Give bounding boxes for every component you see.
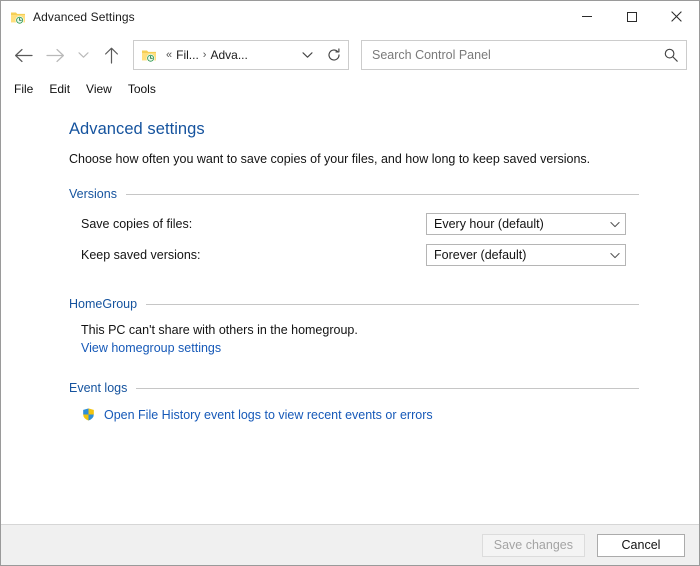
view-homegroup-settings-link[interactable]: View homegroup settings — [81, 341, 221, 355]
event-logs-row: Open File History event logs to view rec… — [69, 407, 639, 422]
address-file-history-folder-icon — [141, 47, 157, 63]
forward-button[interactable] — [39, 39, 71, 71]
advanced-settings-window: Advanced Settings — [0, 0, 700, 566]
spacer — [69, 357, 699, 381]
menu-bar: File Edit View Tools — [1, 78, 699, 100]
group-divider — [146, 304, 639, 305]
content-area: Advanced settings Choose how often you w… — [1, 100, 699, 525]
menu-item-edit[interactable]: Edit — [41, 80, 78, 98]
arrow-left-icon — [14, 48, 33, 63]
page-description: Choose how often you want to save copies… — [69, 152, 699, 166]
window-title: Advanced Settings — [33, 10, 135, 24]
uac-shield-icon — [81, 407, 96, 422]
group-versions-header: Versions — [69, 187, 639, 201]
close-icon — [671, 11, 682, 22]
navigation-toolbar: « Fil... › Adva... — [1, 32, 699, 78]
field-label: Save copies of files: — [81, 217, 426, 231]
group-event-logs-header: Event logs — [69, 381, 639, 395]
chevron-down-icon — [78, 51, 89, 59]
search-button[interactable] — [656, 48, 686, 62]
minimize-button[interactable] — [564, 1, 609, 32]
group-event-logs: Event logs — [69, 381, 639, 422]
file-history-folder-icon — [10, 9, 26, 25]
arrow-right-icon — [46, 48, 65, 63]
search-box[interactable] — [361, 40, 687, 70]
save-copies-of-files-dropdown[interactable]: Every hour (default) — [426, 213, 626, 235]
group-homegroup-header: HomeGroup — [69, 297, 639, 311]
group-homegroup-title: HomeGroup — [69, 297, 137, 311]
breadcrumb-item-file-history[interactable]: Fil... — [176, 48, 199, 62]
maximize-icon — [627, 12, 637, 22]
menu-item-file[interactable]: File — [6, 80, 41, 98]
chevron-down-icon — [302, 51, 313, 59]
dialog-footer: Save changes Cancel — [1, 525, 699, 565]
address-dropdown-button[interactable] — [294, 51, 320, 59]
group-event-logs-title: Event logs — [69, 381, 127, 395]
field-keep-saved-versions: Keep saved versions: Forever (default) — [69, 244, 639, 266]
dropdown-value: Forever (default) — [427, 248, 605, 262]
cancel-button[interactable]: Cancel — [597, 534, 685, 557]
field-label: Keep saved versions: — [81, 248, 426, 262]
group-divider — [126, 194, 639, 195]
minimize-icon — [582, 16, 592, 17]
title-bar: Advanced Settings — [1, 1, 699, 32]
save-changes-button[interactable]: Save changes — [482, 534, 585, 557]
refresh-icon — [327, 48, 341, 62]
menu-item-tools[interactable]: Tools — [120, 80, 164, 98]
field-save-copies-of-files: Save copies of files: Every hour (defaul… — [69, 213, 639, 235]
chevron-down-icon — [605, 221, 625, 228]
search-icon — [664, 48, 678, 62]
group-homegroup: HomeGroup This PC can't share with other… — [69, 297, 639, 357]
advanced-settings-page: Advanced settings Choose how often you w… — [1, 100, 699, 422]
breadcrumb-item-advanced[interactable]: Adva... — [210, 48, 247, 62]
maximize-button[interactable] — [609, 1, 654, 32]
spacer — [69, 275, 699, 297]
refresh-button[interactable] — [320, 48, 348, 62]
recent-locations-button[interactable] — [71, 39, 95, 71]
up-button[interactable] — [95, 39, 127, 71]
arrow-up-icon — [104, 47, 119, 64]
breadcrumb: « Fil... › Adva... — [162, 48, 294, 62]
page-title: Advanced settings — [69, 120, 699, 139]
search-input[interactable] — [362, 48, 656, 62]
group-homegroup-body: This PC can't share with others in the h… — [69, 323, 639, 357]
homegroup-status-text: This PC can't share with others in the h… — [81, 323, 639, 337]
breadcrumb-separator: › — [203, 49, 207, 61]
breadcrumb-overflow[interactable]: « — [166, 49, 172, 61]
caption-buttons — [564, 1, 699, 32]
group-divider — [136, 388, 639, 389]
keep-saved-versions-dropdown[interactable]: Forever (default) — [426, 244, 626, 266]
back-button[interactable] — [7, 39, 39, 71]
menu-item-view[interactable]: View — [78, 80, 120, 98]
open-file-history-event-logs-link[interactable]: Open File History event logs to view rec… — [104, 408, 433, 422]
address-bar[interactable]: « Fil... › Adva... — [133, 40, 349, 70]
close-button[interactable] — [654, 1, 699, 32]
chevron-down-icon — [605, 252, 625, 259]
dropdown-value: Every hour (default) — [427, 217, 605, 231]
group-versions-title: Versions — [69, 187, 117, 201]
group-versions: Versions Save copies of files: Every hou… — [69, 187, 639, 266]
